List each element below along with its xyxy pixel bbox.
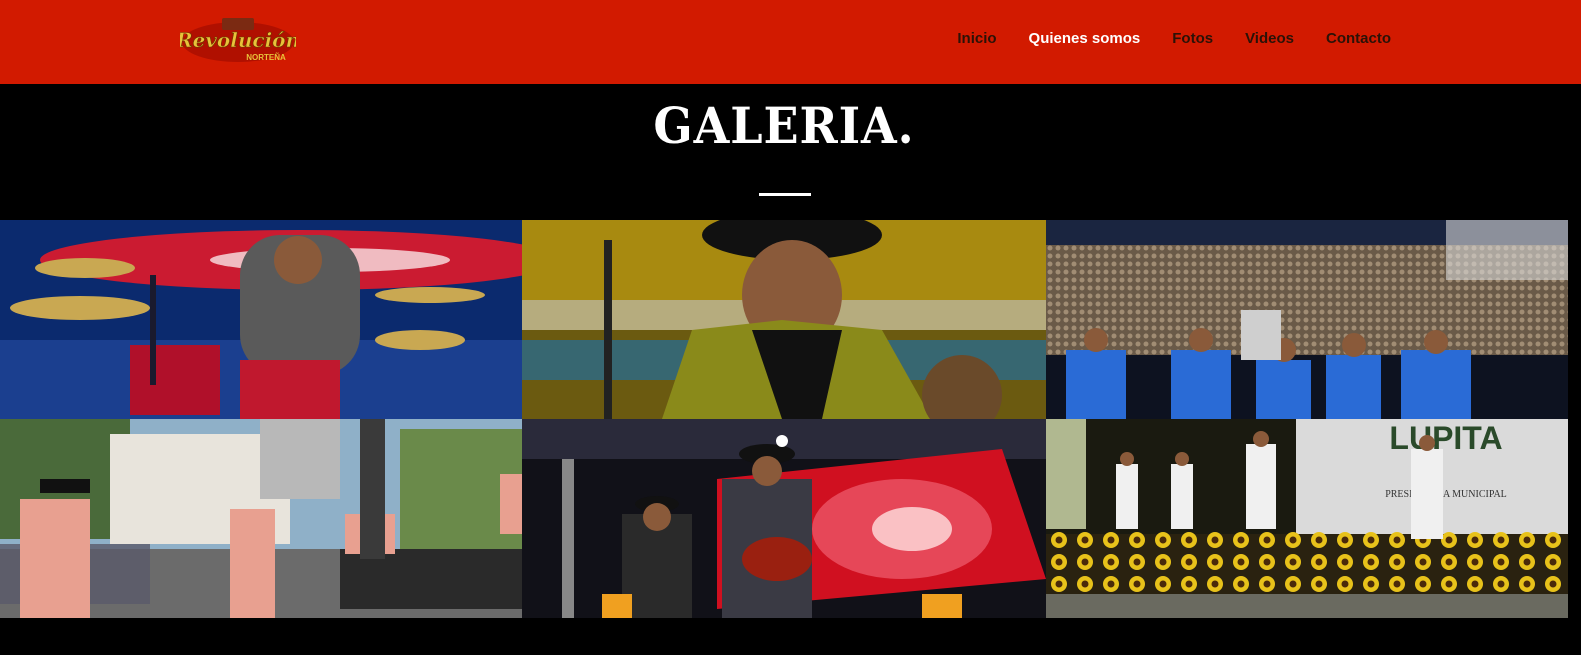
gallery-photo-sax-guitar[interactable] [522,419,1046,618]
gallery-photo-outdoor-stage[interactable] [0,419,522,618]
gallery-photo-band-crowd[interactable] [1046,220,1568,419]
photo-gallery: LUPITA PRESIDENCIA MUNICIPAL [0,220,1568,618]
svg-text:NORTEÑA: NORTEÑA [246,53,286,62]
footer-band [0,618,1581,655]
title-underline [759,193,811,196]
nav-quienes-somos[interactable]: Quienes somos [1029,30,1141,47]
svg-text:PRESIDENCIA MUNICIPAL: PRESIDENCIA MUNICIPAL [1385,489,1507,500]
nav-videos[interactable]: Videos [1245,30,1294,47]
brand-logo[interactable]: Revolución NORTEÑA [175,14,300,66]
gallery-photo-drummer[interactable] [0,220,522,419]
svg-text:LUPITA: LUPITA [1389,420,1502,456]
nav-contacto[interactable]: Contacto [1326,30,1391,47]
gallery-photo-singer[interactable] [522,220,1046,419]
gallery-photo-sunflower-stage[interactable]: LUPITA PRESIDENCIA MUNICIPAL [1046,419,1568,618]
main-nav: Inicio Quienes somos Fotos Videos Contac… [957,30,1391,47]
svg-text:Revolución: Revolución [180,28,296,52]
site-header: Revolución NORTEÑA Inicio Quienes somos … [0,0,1581,84]
page-title: GALERIA. [653,96,915,155]
nav-inicio[interactable]: Inicio [957,30,996,47]
nav-fotos[interactable]: Fotos [1172,30,1213,47]
